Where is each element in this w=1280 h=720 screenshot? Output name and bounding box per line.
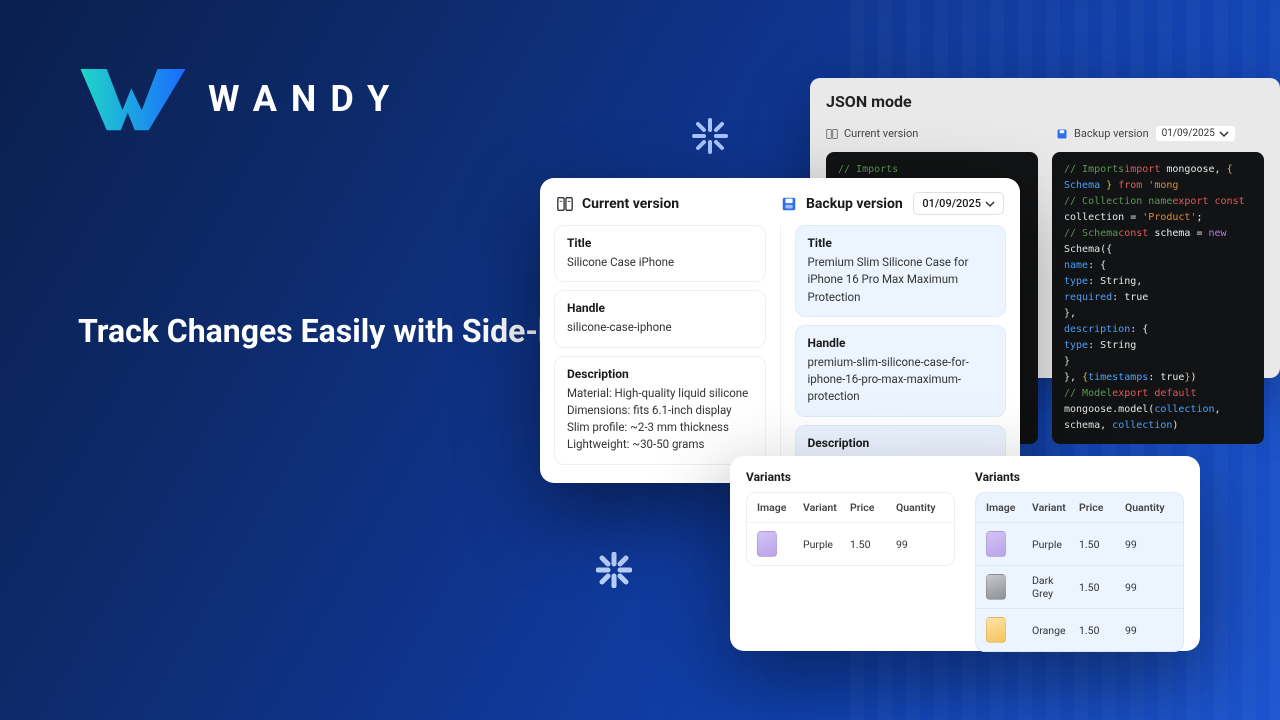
variant-price: 1.50: [1079, 624, 1119, 637]
field-value: Premium Slim Silicone Case for iPhone 16…: [808, 254, 994, 306]
variants-title: Variants: [746, 470, 955, 484]
field-handle-current: Handle silicone-case-iphone: [554, 290, 766, 347]
backup-date-selector[interactable]: 01/09/2025: [913, 192, 1004, 215]
table-row: Purple 1.50 99: [747, 522, 954, 565]
table-row: Purple 1.50 99: [976, 522, 1183, 565]
variant-price: 1.50: [1079, 581, 1119, 594]
json-current-label: Current version: [844, 127, 918, 140]
sparkle-icon: [596, 552, 632, 592]
variant-name: Purple: [1032, 538, 1073, 551]
field-label: Description: [808, 436, 994, 450]
side-by-side-card: Current version Backup version 01/09/202…: [540, 178, 1020, 483]
json-code-backup: // Importsimport mongoose, { Schema } fr…: [1052, 152, 1264, 444]
col-variant: Variant: [803, 501, 844, 514]
backup-version-header: Backup version 01/09/2025: [780, 192, 1004, 215]
field-label: Title: [808, 236, 994, 250]
chevron-down-icon: [985, 199, 995, 209]
variant-price: 1.50: [1079, 538, 1119, 551]
col-quantity: Quantity: [1125, 501, 1173, 514]
backup-version-label: Backup version: [806, 196, 903, 212]
json-date-selector[interactable]: 01/09/2025: [1155, 125, 1236, 142]
backup-column: Title Premium Slim Silicone Case for iPh…: [781, 225, 1021, 483]
variants-backup: Variants Image Variant Price Quantity Pu…: [975, 470, 1184, 637]
field-label: Handle: [808, 336, 994, 350]
field-label: Title: [567, 236, 753, 250]
book-icon: [556, 195, 574, 213]
col-quantity: Quantity: [896, 501, 944, 514]
disk-icon: [780, 195, 798, 213]
variant-image: [757, 531, 777, 557]
col-price: Price: [1079, 501, 1119, 514]
json-date-value: 01/09/2025: [1162, 128, 1215, 139]
brand-name: WANDY: [208, 78, 403, 120]
field-label: Description: [567, 367, 753, 381]
current-version-header: Current version: [556, 192, 780, 215]
field-handle-backup: Handle premium-slim-silicone-case-for-ip…: [795, 325, 1007, 417]
variant-name: Dark Grey: [1032, 574, 1073, 600]
variant-quantity: 99: [896, 538, 944, 551]
wandy-logo-icon: [78, 62, 188, 136]
variant-image: [986, 531, 1006, 557]
variants-current: Variants Image Variant Price Quantity Pu…: [746, 470, 955, 637]
brand-lockup: WANDY: [78, 62, 403, 136]
field-title-current: Title Silicone Case iPhone: [554, 225, 766, 282]
sparkle-icon: [692, 118, 728, 158]
field-value: premium-slim-silicone-case-for-iphone-16…: [808, 354, 994, 406]
current-column: Title Silicone Case iPhone Handle silico…: [540, 225, 781, 483]
variant-name: Purple: [803, 538, 844, 551]
variants-title: Variants: [975, 470, 1184, 484]
field-title-backup: Title Premium Slim Silicone Case for iPh…: [795, 225, 1007, 317]
current-version-label: Current version: [582, 196, 679, 212]
variants-card: Variants Image Variant Price Quantity Pu…: [730, 456, 1200, 651]
variant-price: 1.50: [850, 538, 890, 551]
col-image: Image: [757, 501, 797, 514]
variant-quantity: 99: [1125, 581, 1173, 594]
variants-header-row: Image Variant Price Quantity: [747, 493, 954, 522]
field-description-current: Description Material: High-quality liqui…: [554, 356, 766, 465]
json-mode-title: JSON mode: [826, 92, 1264, 111]
backup-date-value: 01/09/2025: [922, 197, 981, 210]
field-value: Silicone Case iPhone: [567, 254, 753, 271]
col-price: Price: [850, 501, 890, 514]
field-value: Material: High-quality liquid silicone D…: [567, 385, 753, 454]
field-label: Handle: [567, 301, 753, 315]
chevron-down-icon: [1219, 129, 1229, 139]
variant-image: [986, 617, 1006, 643]
col-variant: Variant: [1032, 501, 1073, 514]
variant-name: Orange: [1032, 624, 1073, 637]
json-current-header: Current version: [826, 127, 1034, 140]
table-row: Dark Grey 1.50 99: [976, 565, 1183, 608]
variant-image: [986, 574, 1006, 600]
variants-header-row: Image Variant Price Quantity: [976, 493, 1183, 522]
book-icon: [826, 128, 838, 140]
col-image: Image: [986, 501, 1026, 514]
json-backup-header: Backup version 01/09/2025: [1056, 125, 1264, 142]
json-backup-label: Backup version: [1074, 127, 1149, 140]
field-value: silicone-case-iphone: [567, 319, 753, 336]
disk-icon: [1056, 128, 1068, 140]
table-row: Orange 1.50 99: [976, 608, 1183, 651]
variant-quantity: 99: [1125, 538, 1173, 551]
variant-quantity: 99: [1125, 624, 1173, 637]
